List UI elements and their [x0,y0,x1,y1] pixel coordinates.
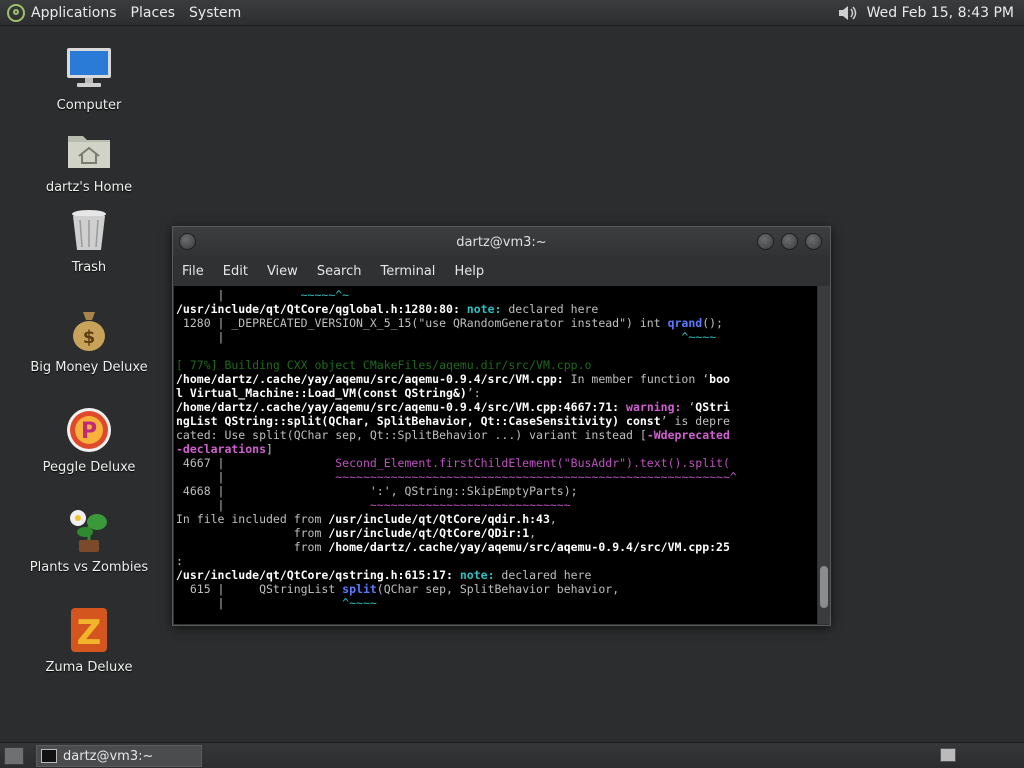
menu-terminal[interactable]: Terminal [380,264,435,279]
window-menu-button[interactable] [179,233,196,250]
svg-text:$: $ [83,327,96,348]
terminal-line: | ^~~~~ [176,596,377,610]
close-button[interactable] [805,233,822,250]
menu-view[interactable]: View [267,264,298,279]
computer-icon [65,44,113,92]
svg-text:P: P [81,419,97,444]
desktop-icon-label: Zuma Deluxe [45,660,133,675]
terminal-line: In file included from /usr/include/qt/Qt… [176,512,557,526]
terminal-line: | ~~~~~~~~~~~~~~~~~~~~~~~~~~~~~~~~~~~~~~… [176,470,737,484]
terminal-line: | ~~~~~^~ [176,288,350,302]
desktop-icon-zuma[interactable]: Z Zuma Deluxe [14,606,164,675]
desktop-icon-label: Trash [71,260,107,275]
menu-system[interactable]: System [189,5,241,21]
window-title: dartz@vm3:~ [456,234,547,250]
terminal-line: 1280 | _DEPRECATED_VERSION_X_5_15("use Q… [176,316,723,330]
terminal-scrollbar[interactable] [818,286,830,624]
terminal-line: /usr/include/qt/QtCore/qstring.h:615:17:… [176,568,592,582]
terminal-line: from /usr/include/qt/QtCore/QDir:1, [176,526,537,540]
terminal-line: : [176,554,183,568]
bottom-panel: dartz@vm3:~ [0,742,1024,768]
menu-help[interactable]: Help [454,264,484,279]
plants-icon [65,506,113,554]
desktop-icon-label: Big Money Deluxe [30,360,148,375]
desktop-icon-home[interactable]: dartz's Home [14,126,164,195]
peggle-icon: P [65,406,113,454]
terminal-text: | ~~~~~^~/usr/include/qt/QtCore/qglobal.… [174,286,817,612]
desktop-icon-trash[interactable]: Trash [14,206,164,275]
desktop-icon-computer[interactable]: Computer [14,44,164,113]
terminal-line: -declarations] [176,442,273,456]
window-titlebar[interactable]: dartz@vm3:~ [173,227,830,257]
desktop-icon-label: Computer [56,98,122,113]
terminal-line: l Virtual_Machine::Load_VM(const QString… [176,386,481,400]
menu-applications[interactable]: Applications [31,5,117,21]
terminal-window[interactable]: dartz@vm3:~ File Edit View Search Termin… [172,226,831,626]
terminal-line: from /home/dartz/.cache/yay/aqemu/src/aq… [176,540,730,554]
taskbar-item-terminal[interactable]: dartz@vm3:~ [36,745,202,767]
workspace-switcher[interactable] [940,748,956,762]
show-desktop-icon[interactable] [4,747,24,765]
menu-file[interactable]: File [182,264,204,279]
menu-edit[interactable]: Edit [223,264,248,279]
terminal-line: 4668 | ':', QString::SkipEmptyParts); [176,484,578,498]
terminal-line: 4667 | Second_Element.firstChildElement(… [176,456,730,470]
terminal-line: [ 77%] Building CXX object CMakeFiles/aq… [176,358,592,372]
terminal-line: | ^~~~~ [176,330,717,344]
clock[interactable]: Wed Feb 15, 8:43 PM [867,5,1014,21]
desktop-icon-label: dartz's Home [45,180,133,195]
distro-logo-icon[interactable] [7,3,25,22]
terminal-line: /home/dartz/.cache/yay/aqemu/src/aqemu-0… [176,400,730,414]
desktop-icon-label: Plants vs Zombies [29,560,149,575]
taskbar-item-label: dartz@vm3:~ [63,748,154,764]
terminal-output[interactable]: | ~~~~~^~/usr/include/qt/QtCore/qglobal.… [174,286,817,624]
terminal-line: ngList QString::split(QChar, SplitBehavi… [176,414,730,428]
volume-icon[interactable] [837,4,859,22]
zuma-icon: Z [65,606,113,654]
desktop-icon-peggle[interactable]: P Peggle Deluxe [14,406,164,475]
svg-text:Z: Z [77,613,102,653]
menu-search[interactable]: Search [317,264,362,279]
top-panel: Applications Places System Wed Feb 15, 8… [0,0,1024,26]
terminal-icon [41,749,57,763]
minimize-button[interactable] [757,233,774,250]
terminal-line: cated: Use split(QChar sep, Qt::SplitBeh… [176,428,730,442]
menu-places[interactable]: Places [131,5,176,21]
terminal-line: | ~~~~~~~~~~~~~~~~~~~~~~~~~~~~~ [176,498,571,512]
desktop-icon-label: Peggle Deluxe [42,460,136,475]
trash-icon [65,206,113,254]
money-bag-icon: $ [65,306,113,354]
scrollbar-thumb[interactable] [820,566,828,608]
desktop-icon-big-money[interactable]: $ Big Money Deluxe [14,306,164,375]
terminal-line: /usr/include/qt/QtCore/qglobal.h:1280:80… [176,302,599,316]
terminal-line: /home/dartz/.cache/yay/aqemu/src/aqemu-0… [176,372,730,386]
maximize-button[interactable] [781,233,798,250]
desktop-icon-plants-vs-zombies[interactable]: Plants vs Zombies [14,506,164,575]
terminal-menubar: File Edit View Search Terminal Help [173,257,830,285]
terminal-line: 615 | QStringList split(QChar sep, Split… [176,582,620,596]
home-folder-icon [65,126,113,174]
